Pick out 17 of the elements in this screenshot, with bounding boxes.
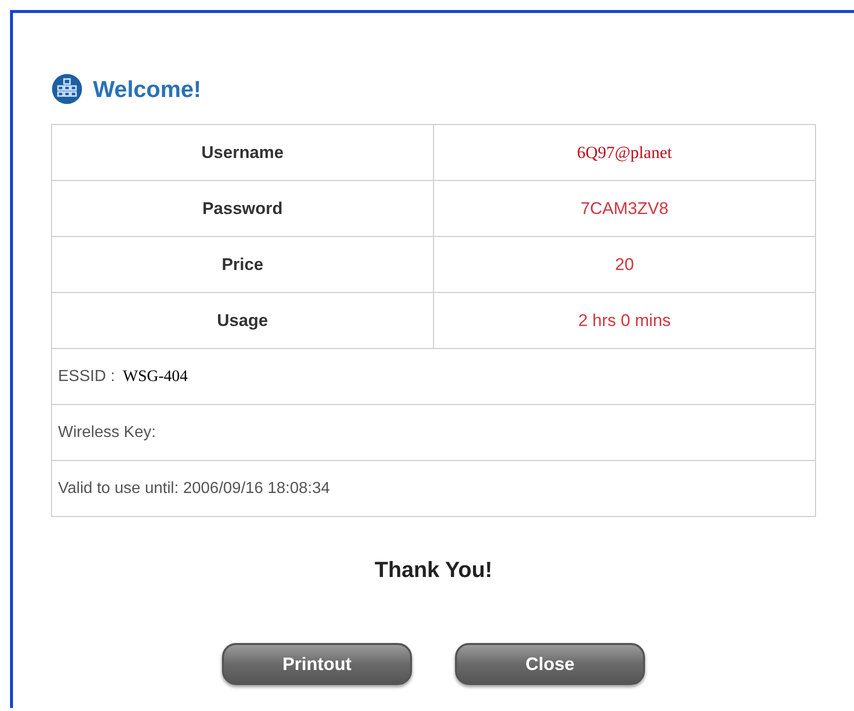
field-value: 2 hrs 0 mins bbox=[434, 292, 816, 348]
info-label: ESSID : bbox=[58, 368, 115, 384]
field-label: Username bbox=[52, 124, 434, 180]
printout-button[interactable]: Printout bbox=[222, 643, 412, 685]
network-icon bbox=[51, 73, 83, 105]
field-value: 7CAM3ZV8 bbox=[434, 180, 816, 236]
thank-you-message: Thank You! bbox=[374, 557, 494, 583]
info-label: Wireless Key: bbox=[58, 424, 156, 440]
info-value: WSG-404 bbox=[122, 368, 188, 384]
welcome-title: Welcome! bbox=[93, 76, 202, 102]
close-button[interactable]: Close bbox=[455, 643, 645, 685]
field-value: 20 bbox=[434, 236, 816, 292]
field-value: 6Q97@planet bbox=[434, 124, 816, 180]
field-label: Password bbox=[52, 180, 434, 236]
field-label: Price bbox=[52, 236, 434, 292]
info-label: Valid to use until: 2006/09/16 18:08:34 bbox=[58, 480, 330, 496]
field-label: Usage bbox=[52, 292, 434, 348]
